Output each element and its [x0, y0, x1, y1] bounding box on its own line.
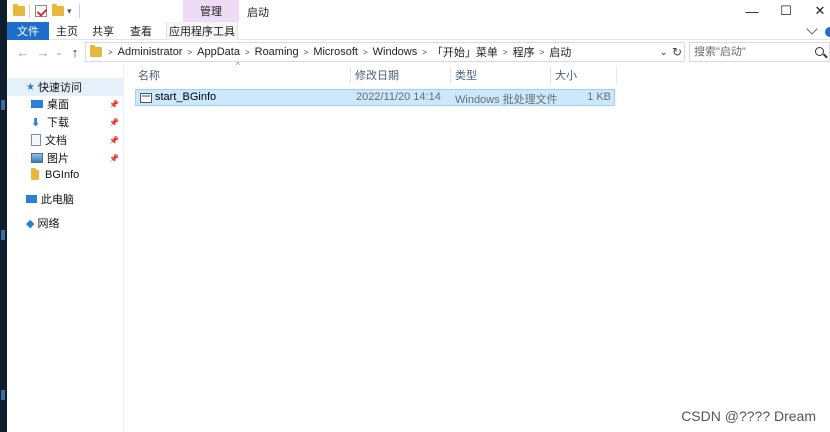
qa-separator	[29, 3, 30, 19]
nav-label: 图片	[47, 153, 69, 165]
search-icon[interactable]	[815, 47, 824, 56]
ribbon-tabs: 文件 主页 共享 查看 应用程序工具	[7, 22, 830, 40]
chevron-right-icon[interactable]: >	[185, 48, 194, 57]
breadcrumb-item[interactable]: Roaming	[252, 46, 302, 58]
navigation-bar: ← → ⌄ ↑ > Administrator > AppData > Roam…	[7, 40, 830, 64]
refresh-icon[interactable]: ↻	[672, 45, 682, 59]
chevron-right-icon[interactable]: >	[302, 48, 311, 57]
maximize-button[interactable]: ☐	[769, 0, 803, 22]
window-title: 启动	[247, 7, 269, 19]
folder-icon	[90, 45, 102, 57]
nav-label: 快速访问	[37, 82, 82, 94]
chevron-right-icon[interactable]: >	[361, 48, 370, 57]
batch-file-icon	[140, 93, 152, 103]
up-arrow-icon[interactable]: ↑	[65, 42, 85, 62]
nav-item-desktop[interactable]: 桌面 📌	[7, 95, 124, 113]
watermark: CSDN @???? Dream	[681, 408, 816, 424]
download-arrow-icon: ⬇	[31, 116, 41, 129]
column-header-modified[interactable]: 修改日期	[351, 66, 449, 84]
column-header-type[interactable]: 类型	[451, 66, 549, 84]
qa-separator	[79, 3, 80, 19]
breadcrumb-item[interactable]: Microsoft	[310, 46, 361, 58]
minimize-button[interactable]: —	[735, 0, 769, 22]
folder-icon	[13, 3, 25, 19]
column-header-name[interactable]: 名称	[134, 66, 350, 84]
tab-home[interactable]: 主页	[51, 22, 83, 40]
navigation-pane: ★ 快速访问 桌面 📌 ⬇ 下载 📌 文档 📌 图片 📌 BGInfo 此电脑 …	[7, 64, 124, 432]
tab-view[interactable]: 查看	[125, 22, 157, 40]
nav-label: 下载	[47, 117, 69, 129]
file-name: start_BGinfo	[155, 91, 217, 103]
search-box[interactable]	[689, 42, 830, 62]
column-header-size[interactable]: 大小	[551, 66, 615, 84]
desktop-edge	[0, 0, 7, 432]
nav-label: BGInfo	[45, 169, 80, 181]
nav-item-bginfo[interactable]: BGInfo	[7, 166, 124, 184]
chevron-right-icon[interactable]: >	[501, 48, 510, 57]
network-icon: ◆	[26, 217, 35, 230]
document-icon	[31, 134, 41, 146]
search-input[interactable]	[694, 46, 812, 58]
nav-label: 桌面	[47, 99, 69, 111]
chevron-right-icon[interactable]: >	[538, 48, 547, 57]
file-modified: 2022/11/20 14:14	[356, 91, 441, 103]
nav-item-documents[interactable]: 文档 📌	[7, 131, 124, 149]
desktop-edge-mark	[1, 390, 5, 400]
breadcrumb-item[interactable]: 程序	[510, 44, 538, 60]
back-arrow-icon[interactable]: ←	[13, 42, 33, 62]
file-type: Windows 批处理文件	[455, 94, 558, 106]
chevron-right-icon[interactable]: >	[420, 48, 429, 57]
nav-item-pictures[interactable]: 图片 📌	[7, 149, 124, 167]
help-icon[interactable]	[825, 27, 830, 37]
new-folder-icon[interactable]	[52, 3, 64, 19]
nav-this-pc[interactable]: 此电脑	[7, 190, 124, 208]
breadcrumb-item[interactable]: 「开始」菜单	[429, 44, 501, 60]
desktop-icon	[31, 100, 43, 108]
breadcrumb-item[interactable]: 启动	[546, 44, 574, 60]
address-bar[interactable]: > Administrator > AppData > Roaming > Mi…	[85, 42, 685, 62]
pin-icon[interactable]: 📌	[109, 118, 119, 127]
file-size: 1 KB	[587, 91, 611, 103]
address-history-icon[interactable]: ⌄	[660, 47, 668, 58]
title-bar: ▾ 管理 启动 — ☐ ✕	[7, 0, 830, 22]
chevron-right-icon[interactable]: >	[106, 48, 115, 57]
manage-context-tab[interactable]: 管理	[183, 0, 239, 22]
pin-icon[interactable]: 📌	[109, 100, 119, 109]
breadcrumb-item[interactable]: AppData	[194, 46, 243, 58]
nav-label: 网络	[37, 218, 60, 230]
breadcrumb-item[interactable]: Windows	[370, 46, 421, 58]
column-divider[interactable]	[616, 66, 617, 84]
nav-label: 此电脑	[41, 194, 74, 206]
desktop-edge-mark	[1, 100, 5, 110]
qa-dropdown-icon[interactable]: ▾	[67, 3, 72, 19]
pin-icon[interactable]: 📌	[109, 154, 119, 163]
chevron-right-icon[interactable]: >	[243, 48, 252, 57]
tab-app-tools[interactable]: 应用程序工具	[166, 22, 238, 40]
computer-icon	[26, 195, 37, 203]
properties-icon[interactable]	[35, 3, 47, 19]
pictures-icon	[31, 153, 43, 163]
breadcrumb: > Administrator > AppData > Roaming > Mi…	[86, 44, 574, 60]
address-actions: ⌄ ↻	[660, 43, 682, 61]
breadcrumb-item[interactable]: Administrator	[115, 46, 186, 58]
ribbon-expand-icon[interactable]	[806, 23, 818, 35]
close-button[interactable]: ✕	[803, 0, 830, 22]
star-icon: ★	[26, 81, 35, 93]
folder-icon	[31, 168, 39, 180]
tab-file[interactable]: 文件	[7, 22, 49, 40]
desktop-edge-mark	[1, 230, 5, 240]
nav-network[interactable]: ◆ 网络	[7, 214, 124, 232]
pin-icon[interactable]: 📌	[109, 136, 119, 145]
nav-quick-access[interactable]: ★ 快速访问	[7, 78, 124, 96]
file-row[interactable]: start_BGinfo 2022/11/20 14:14 Windows 批处…	[135, 89, 615, 106]
nav-item-downloads[interactable]: ⬇ 下载 📌	[7, 113, 124, 131]
tab-share[interactable]: 共享	[87, 22, 119, 40]
nav-label: 文档	[45, 135, 67, 147]
